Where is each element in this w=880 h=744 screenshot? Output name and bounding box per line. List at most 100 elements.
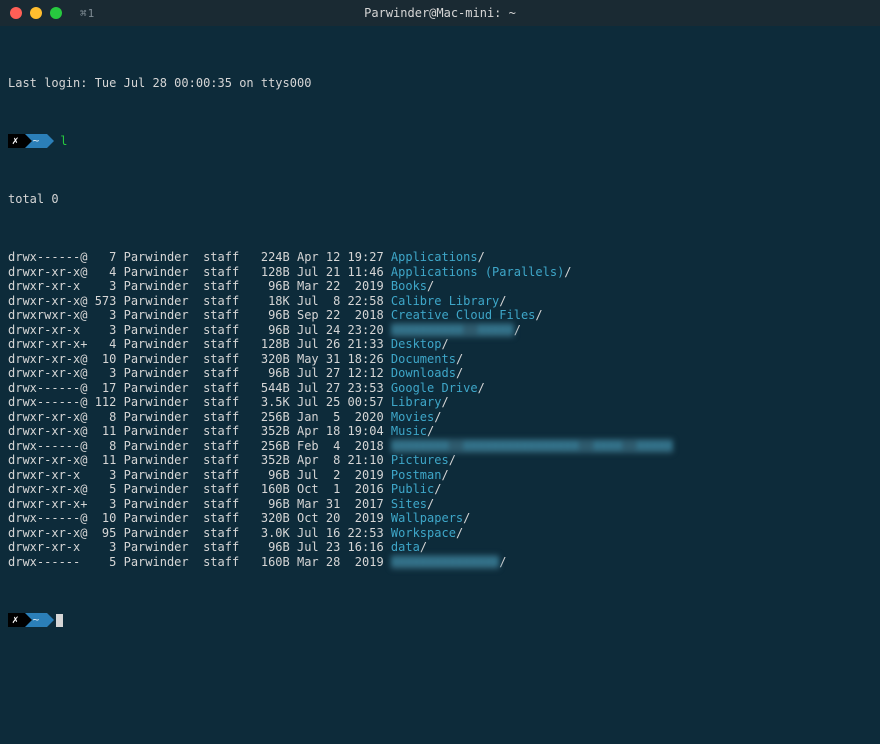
row-name: data (391, 540, 420, 554)
row-meta: drwxr-xr-x@ 4 Parwinder staff 128B Jul 2… (8, 265, 391, 279)
row-name: XXXXXXXX XXXXXXXXXXXXXXXX XXXX XXXXX (391, 439, 673, 454)
row-meta: drwxr-xr-x 3 Parwinder staff 96B Jul 24 … (8, 323, 391, 337)
terminal-viewport[interactable]: Last login: Tue Jul 28 00:00:35 on ttys0… (0, 26, 880, 665)
row-suffix: / (463, 511, 470, 525)
directory-listing: drwx------@ 7 Parwinder staff 224B Apr 1… (8, 250, 872, 569)
list-row: drwxr-xr-x@ 573 Parwinder staff 18K Jul … (8, 294, 872, 309)
row-suffix: / (499, 294, 506, 308)
list-row: drwxr-xr-x@ 11 Parwinder staff 352B Apr … (8, 453, 872, 468)
row-meta: drwxr-xr-x@ 8 Parwinder staff 256B Jan 5… (8, 410, 391, 424)
cursor (56, 614, 63, 627)
row-meta: drwx------@ 112 Parwinder staff 3.5K Jul… (8, 395, 391, 409)
list-row: drwxr-xr-x 3 Parwinder staff 96B Jul 23 … (8, 540, 872, 555)
command-text: l (60, 134, 67, 149)
list-row: drwxr-xr-x 3 Parwinder staff 96B Jul 24 … (8, 323, 872, 338)
list-row: drwxr-xr-x@ 95 Parwinder staff 3.0K Jul … (8, 526, 872, 541)
row-name: Library (391, 395, 442, 409)
row-meta: drwxr-xr-x@ 11 Parwinder staff 352B Apr … (8, 453, 391, 467)
row-name: XXXXXXXXXX XXXXX (391, 323, 514, 338)
row-name: Books (391, 279, 427, 293)
row-name: Music (391, 424, 427, 438)
row-meta: drwx------@ 17 Parwinder staff 544B Jul … (8, 381, 391, 395)
row-meta: drwx------@ 10 Parwinder staff 320B Oct … (8, 511, 391, 525)
list-row: drwxr-xr-x@ 10 Parwinder staff 320B May … (8, 352, 872, 367)
titlebar[interactable]: ⌘1 Parwinder@Mac-mini: ~ (0, 0, 880, 26)
row-suffix: / (441, 468, 448, 482)
row-suffix: / (535, 308, 542, 322)
row-name: Postman (391, 468, 442, 482)
list-row: drwxr-xr-x@ 5 Parwinder staff 160B Oct 1… (8, 482, 872, 497)
row-meta: drwxr-xr-x@ 5 Parwinder staff 160B Oct 1… (8, 482, 391, 496)
list-row: drwx------@ 112 Parwinder staff 3.5K Jul… (8, 395, 872, 410)
row-name: Creative Cloud Files (391, 308, 536, 322)
prompt-line[interactable]: ✗ ~ (8, 613, 872, 628)
prompt-chevron-icon (25, 613, 32, 627)
prompt-chevron-icon (47, 613, 54, 627)
row-suffix: / (427, 424, 434, 438)
row-suffix: / (456, 352, 463, 366)
row-name: Downloads (391, 366, 456, 380)
list-row: drwxr-xr-x@ 3 Parwinder staff 96B Jul 27… (8, 366, 872, 381)
row-meta: drwxr-xr-x@ 573 Parwinder staff 18K Jul … (8, 294, 391, 308)
row-meta: drwxr-xr-x 3 Parwinder staff 96B Mar 22 … (8, 279, 391, 293)
row-name: Pictures (391, 453, 449, 467)
row-meta: drwxr-xr-x 3 Parwinder staff 96B Jul 2 2… (8, 468, 391, 482)
row-meta: drwx------@ 7 Parwinder staff 224B Apr 1… (8, 250, 391, 264)
row-name: XXXXXXXXXXXXXXX (391, 555, 499, 570)
row-name: Google Drive (391, 381, 478, 395)
row-name: Desktop (391, 337, 442, 351)
row-suffix: / (434, 482, 441, 496)
row-suffix: / (441, 395, 448, 409)
row-suffix: / (514, 323, 521, 337)
row-meta: drwxr-xr-x@ 10 Parwinder staff 320B May … (8, 352, 391, 366)
prompt-chevron-icon (47, 134, 54, 148)
row-name: Applications (391, 250, 478, 264)
row-suffix: / (427, 279, 434, 293)
row-suffix: / (478, 381, 485, 395)
prompt-chevron-icon (25, 134, 32, 148)
list-row: drwxr-xr-x 3 Parwinder staff 96B Mar 22 … (8, 279, 872, 294)
row-suffix: / (449, 453, 456, 467)
list-row: drwx------@ 10 Parwinder staff 320B Oct … (8, 511, 872, 526)
row-meta: drwxr-xr-x@ 11 Parwinder staff 352B Apr … (8, 424, 391, 438)
row-name: Applications (Parallels) (391, 265, 564, 279)
row-meta: drwxrwxr-x@ 3 Parwinder staff 96B Sep 22… (8, 308, 391, 322)
row-name: Sites (391, 497, 427, 511)
list-row: drwxr-xr-x@ 4 Parwinder staff 128B Jul 2… (8, 265, 872, 280)
row-name: Workspace (391, 526, 456, 540)
row-suffix: / (441, 337, 448, 351)
row-suffix: / (456, 366, 463, 380)
total-line: total 0 (8, 192, 872, 207)
list-row: drwx------@ 7 Parwinder staff 224B Apr 1… (8, 250, 872, 265)
row-meta: drwxr-xr-x@ 95 Parwinder staff 3.0K Jul … (8, 526, 391, 540)
last-login-line: Last login: Tue Jul 28 00:00:35 on ttys0… (8, 76, 872, 91)
row-suffix: / (456, 526, 463, 540)
prompt-status-segment: ✗ (8, 613, 25, 627)
list-row: drwxr-xr-x@ 8 Parwinder staff 256B Jan 5… (8, 410, 872, 425)
row-meta: drwxr-xr-x@ 3 Parwinder staff 96B Jul 27… (8, 366, 391, 380)
prompt-line: ✗ ~ l (8, 134, 872, 149)
list-row: drwxrwxr-x@ 3 Parwinder staff 96B Sep 22… (8, 308, 872, 323)
list-row: drwx------@ 8 Parwinder staff 256B Feb 4… (8, 439, 872, 454)
row-name: Wallpapers (391, 511, 463, 525)
row-meta: drwx------ 5 Parwinder staff 160B Mar 28… (8, 555, 391, 569)
row-suffix: / (499, 555, 506, 569)
row-suffix: / (478, 250, 485, 264)
row-name: Documents (391, 352, 456, 366)
list-row: drwx------@ 17 Parwinder staff 544B Jul … (8, 381, 872, 396)
row-name: Public (391, 482, 434, 496)
row-meta: drwxr-xr-x+ 4 Parwinder staff 128B Jul 2… (8, 337, 391, 351)
row-name: Calibre Library (391, 294, 499, 308)
list-row: drwxr-xr-x@ 11 Parwinder staff 352B Apr … (8, 424, 872, 439)
row-suffix: / (434, 410, 441, 424)
row-meta: drwx------@ 8 Parwinder staff 256B Feb 4… (8, 439, 391, 453)
row-name: Movies (391, 410, 434, 424)
list-row: drwxr-xr-x 3 Parwinder staff 96B Jul 2 2… (8, 468, 872, 483)
list-row: drwxr-xr-x+ 4 Parwinder staff 128B Jul 2… (8, 337, 872, 352)
window-title: Parwinder@Mac-mini: ~ (0, 6, 880, 20)
row-suffix: / (564, 265, 571, 279)
row-meta: drwxr-xr-x 3 Parwinder staff 96B Jul 23 … (8, 540, 391, 554)
prompt-status-segment: ✗ (8, 134, 25, 148)
list-row: drwxr-xr-x+ 3 Parwinder staff 96B Mar 31… (8, 497, 872, 512)
row-meta: drwxr-xr-x+ 3 Parwinder staff 96B Mar 31… (8, 497, 391, 511)
